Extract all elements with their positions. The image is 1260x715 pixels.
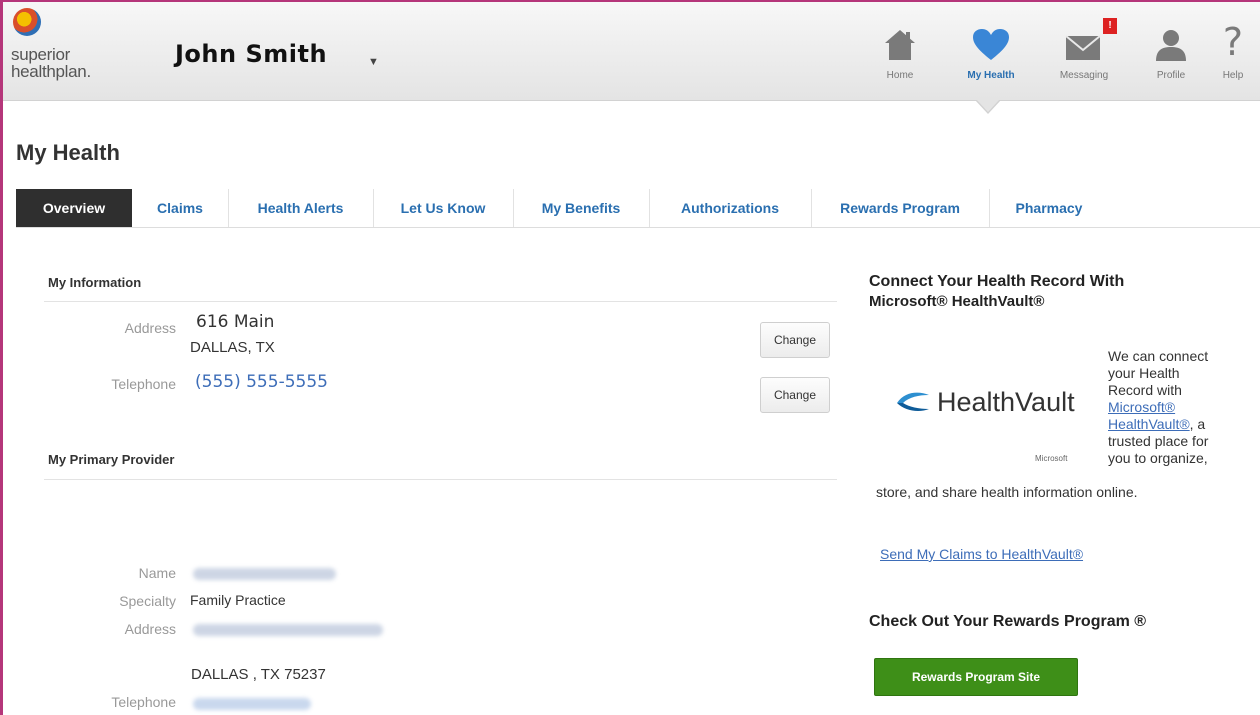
heart-icon [956, 22, 1026, 62]
tab-my-benefits[interactable]: My Benefits [513, 189, 650, 227]
nav-active-pointer [976, 99, 1000, 112]
nav-my-health[interactable]: My Health [956, 22, 1026, 97]
my-information-heading: My Information [48, 275, 142, 290]
tab-pharmacy[interactable]: Pharmacy [989, 189, 1109, 227]
provider-name-label: Name [138, 565, 176, 581]
nav-help[interactable]: ? Help [1203, 22, 1260, 97]
tab-health-alerts[interactable]: Health Alerts [228, 189, 374, 227]
healthvault-heading-line2: Microsoft® HealthVault® [869, 293, 1045, 310]
provider-address-label: Address [124, 621, 176, 637]
provider-city-line: DALLAS , TX 75237 [191, 666, 326, 683]
healthvault-text-line: your Health [1108, 365, 1180, 381]
healthvault-logo[interactable]: HealthVault [895, 382, 1085, 422]
healthvault-text-line: We can connect [1108, 348, 1209, 364]
healthvault-text-line: trusted place for [1108, 433, 1209, 449]
healthvault-text-line: you to organize, [1108, 450, 1208, 466]
envelope-icon: ! [1049, 18, 1119, 62]
change-telephone-button[interactable]: Change [760, 377, 830, 413]
user-icon [1136, 22, 1206, 62]
nav-messaging-label: Messaging [1059, 70, 1109, 81]
address-line1: 616 Main [196, 312, 275, 332]
specialty-value: Family Practice [190, 592, 286, 608]
superior-healthplan-logo[interactable]: superior healthplan. [11, 8, 131, 98]
provider-telephone-label: Telephone [111, 694, 176, 710]
provider-address-redacted [193, 624, 383, 636]
address-label: Address [124, 320, 176, 336]
logo-mark-icon [13, 8, 41, 36]
healthvault-heading: Connect Your Health Record With Microsof… [869, 272, 1124, 312]
top-header: superior healthplan. John Smith ▼ Home M… [3, 2, 1260, 101]
user-menu-caret-icon[interactable]: ▼ [368, 56, 379, 68]
page-frame [0, 0, 1260, 715]
tab-let-us-know[interactable]: Let Us Know [373, 189, 514, 227]
healthvault-text-line: , a [1189, 416, 1206, 432]
healthvault-description: We can connect your Health Record with M… [1108, 348, 1258, 467]
microsoft-link[interactable]: Microsoft® [1108, 399, 1175, 415]
user-name[interactable]: John Smith [175, 40, 327, 68]
rewards-heading: Check Out Your Rewards Program ® [869, 613, 1147, 630]
nav-my-health-label: My Health [967, 70, 1015, 81]
telephone-label: Telephone [111, 376, 176, 392]
provider-telephone-redacted [193, 698, 311, 710]
nav-home-label: Home [886, 70, 914, 81]
healthvault-text-line: Record with [1108, 382, 1182, 398]
provider-name-redacted [193, 568, 336, 580]
nav-messaging[interactable]: ! Messaging [1049, 18, 1119, 97]
tab-claims[interactable]: Claims [132, 189, 229, 227]
page-title: My Health [16, 140, 120, 165]
healthvault-text-line: store, and share health information onli… [876, 484, 1138, 500]
telephone-value: (555) 555-5555 [195, 372, 328, 392]
divider [44, 479, 837, 480]
tab-authorizations[interactable]: Authorizations [649, 189, 812, 227]
rewards-program-site-button[interactable]: Rewards Program Site [874, 658, 1078, 696]
healthvault-swoosh-icon [897, 392, 929, 411]
specialty-label: Specialty [119, 593, 176, 609]
change-address-button[interactable]: Change [760, 322, 830, 358]
nav-home[interactable]: Home [865, 22, 935, 97]
nav-profile[interactable]: Profile [1136, 22, 1206, 97]
tab-overview[interactable]: Overview [16, 189, 132, 227]
divider [44, 301, 837, 302]
tab-rewards-program[interactable]: Rewards Program [811, 189, 990, 227]
logo-line1: superior [11, 45, 71, 64]
healthvault-microsoft-label: Microsoft [1035, 454, 1068, 463]
question-icon: ? [1222, 20, 1244, 64]
tab-bar: Overview Claims Health Alerts Let Us Kno… [16, 189, 1260, 228]
healthvault-link[interactable]: HealthVault® [1108, 416, 1190, 432]
nav-help-label: Help [1222, 70, 1244, 81]
home-icon [865, 22, 935, 62]
send-claims-link-wrap: Send My Claims to HealthVault® [880, 546, 1083, 563]
message-badge: ! [1103, 18, 1117, 34]
healthvault-heading-line1: Connect Your Health Record With [869, 273, 1125, 290]
logo-line2: healthplan. [11, 62, 91, 81]
nav-profile-label: Profile [1156, 70, 1186, 81]
healthvault-logo-word: HealthVault [937, 386, 1075, 417]
address-line2: DALLAS, TX [190, 339, 275, 356]
send-claims-link[interactable]: Send My Claims to HealthVault® [880, 546, 1083, 562]
primary-provider-heading: My Primary Provider [48, 452, 175, 467]
